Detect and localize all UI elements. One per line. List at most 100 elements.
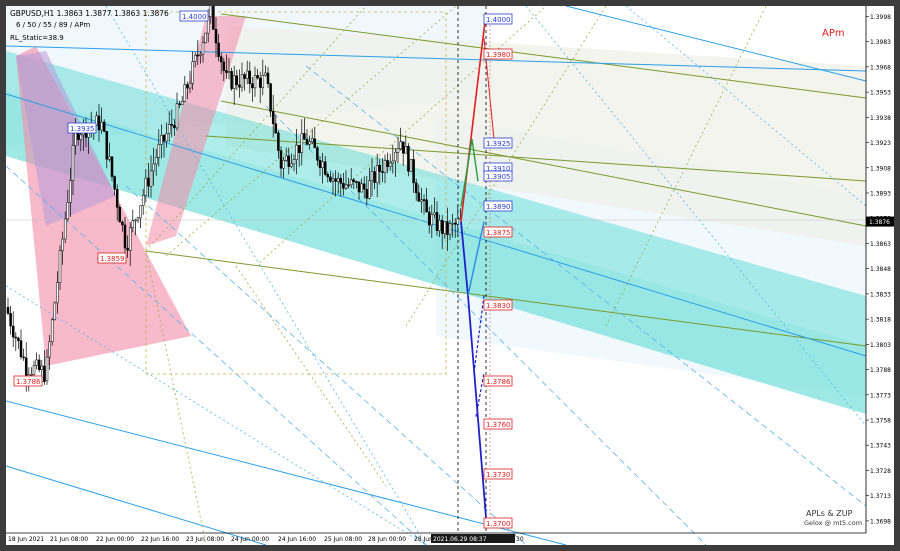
candle-body [342, 183, 345, 189]
candle-body [323, 161, 327, 175]
candle-body [219, 56, 223, 63]
candle-body [178, 103, 181, 106]
candle-body [396, 148, 400, 153]
candle-body [365, 188, 369, 199]
candle-body [425, 199, 428, 213]
candle-body [446, 221, 449, 235]
price-label: 1.3700 [486, 520, 511, 528]
candle-body [383, 160, 387, 173]
candle-body [310, 138, 314, 142]
candle-body [427, 211, 431, 226]
candle-body [32, 365, 36, 375]
candle-body [420, 199, 423, 202]
candle-body [261, 74, 265, 88]
candle-body [448, 223, 452, 235]
price-label: 1.3925 [486, 140, 511, 148]
candle-body [404, 146, 408, 154]
candle-body [391, 160, 395, 164]
candle-body [412, 159, 415, 184]
candle-body [61, 238, 64, 251]
price-tick-label: 1.3908 [870, 165, 891, 172]
candle-body [284, 155, 288, 161]
candle-body [147, 177, 150, 187]
price-chart[interactable]: 1.4000 1.3935 1.3859 1.3786 1.4000 1.3980 1.39… [5, 0, 894, 546]
candle-body [240, 74, 244, 88]
time-tick-label: 21 Jun 08:00 [50, 536, 88, 543]
candle-body [113, 176, 116, 190]
candle-body [225, 70, 228, 73]
candle-body [186, 84, 189, 89]
candle-body [258, 77, 262, 88]
candle-body [297, 144, 301, 153]
price-label: 1.3760 [486, 421, 511, 429]
candle-body [134, 219, 137, 222]
candle-body [63, 218, 67, 240]
price-label: 1.4000 [182, 13, 207, 21]
candle-body [183, 84, 187, 102]
candle-body [22, 356, 25, 359]
price-tick-label: 1.3788 [870, 367, 891, 374]
candle-body [136, 217, 140, 221]
indicator-label: RL_Static=38.9 [10, 34, 64, 42]
candle-body [245, 70, 249, 79]
candle-body [386, 160, 389, 167]
price-tick-label: 1.3713 [870, 493, 891, 500]
candle-body [305, 139, 309, 145]
candle-body [277, 132, 280, 151]
candle-body [321, 161, 324, 168]
candle-body [264, 72, 267, 76]
price-tick-label: 1.3848 [870, 266, 891, 273]
candle-body [66, 202, 70, 220]
time-tick-label: 28 Jun 00:00 [368, 536, 406, 543]
price-tick-label: 1.3758 [870, 418, 891, 425]
candle-body [9, 313, 12, 327]
candle-body [451, 222, 454, 225]
highlighted-time-label: 2021.06.29 08:37 [433, 536, 487, 543]
candle-body [318, 160, 322, 168]
candle-body [349, 179, 353, 186]
watermark-line1: APLs & ZUP [806, 509, 853, 518]
candle-body [352, 179, 356, 182]
symbol-line: GBPUSD,H1 1.3863 1.3877 1.3863 1.3876 [10, 9, 169, 18]
candle-body [204, 32, 207, 43]
candle-body [435, 212, 439, 231]
candle-body [308, 141, 311, 145]
current-price-label: 1.3876 [869, 219, 890, 226]
price-tick-label: 1.3998 [870, 14, 891, 21]
candle-body [422, 199, 426, 201]
candle-body [108, 156, 111, 160]
zigzag-label: 6 / 50 / 55 / 89 / APm [16, 21, 90, 29]
candle-body [139, 205, 142, 219]
candle-body [97, 115, 101, 131]
candle-body [295, 144, 298, 160]
price-tick-label: 1.3698 [870, 518, 891, 525]
window-frame: 1.4000 1.3935 1.3859 1.3786 1.4000 1.3980 1.39… [0, 0, 900, 551]
time-tick-label: 24 Jun 16:00 [278, 536, 316, 543]
candle-body [456, 218, 460, 225]
price-axis: 1.3998 1.3983 1.3968 1.3953 1.3938 1.3923 1.39… [865, 6, 894, 545]
candle-body [232, 75, 236, 89]
chart-area[interactable]: 1.4000 1.3935 1.3859 1.3786 1.4000 1.3980 1.39… [5, 0, 894, 546]
candle-body [173, 124, 176, 129]
candle-body [370, 171, 374, 181]
price-tick-label: 1.3893 [870, 190, 891, 197]
watermark-line2: Gelox @ mt5.com [804, 519, 862, 527]
candle-body [381, 171, 384, 173]
candle-body [152, 163, 155, 172]
price-tick-label: 1.3818 [870, 317, 891, 324]
price-label: 1.3905 [486, 173, 511, 181]
time-tick-label: 22 Jun 16:00 [141, 536, 179, 543]
price-label: 1.3830 [486, 302, 511, 310]
price-label: 1.3980 [486, 51, 511, 59]
candle-body [235, 75, 239, 86]
candle-body [128, 227, 132, 251]
candle-body [355, 181, 358, 183]
candle-body [6, 307, 10, 314]
candle-body [373, 171, 376, 183]
price-tick-label: 1.3728 [870, 468, 891, 475]
candle-body [56, 282, 59, 304]
candle-body [362, 183, 366, 190]
candle-body [193, 54, 197, 62]
price-label: 1.3786 [16, 378, 41, 386]
candle-body [69, 180, 72, 203]
